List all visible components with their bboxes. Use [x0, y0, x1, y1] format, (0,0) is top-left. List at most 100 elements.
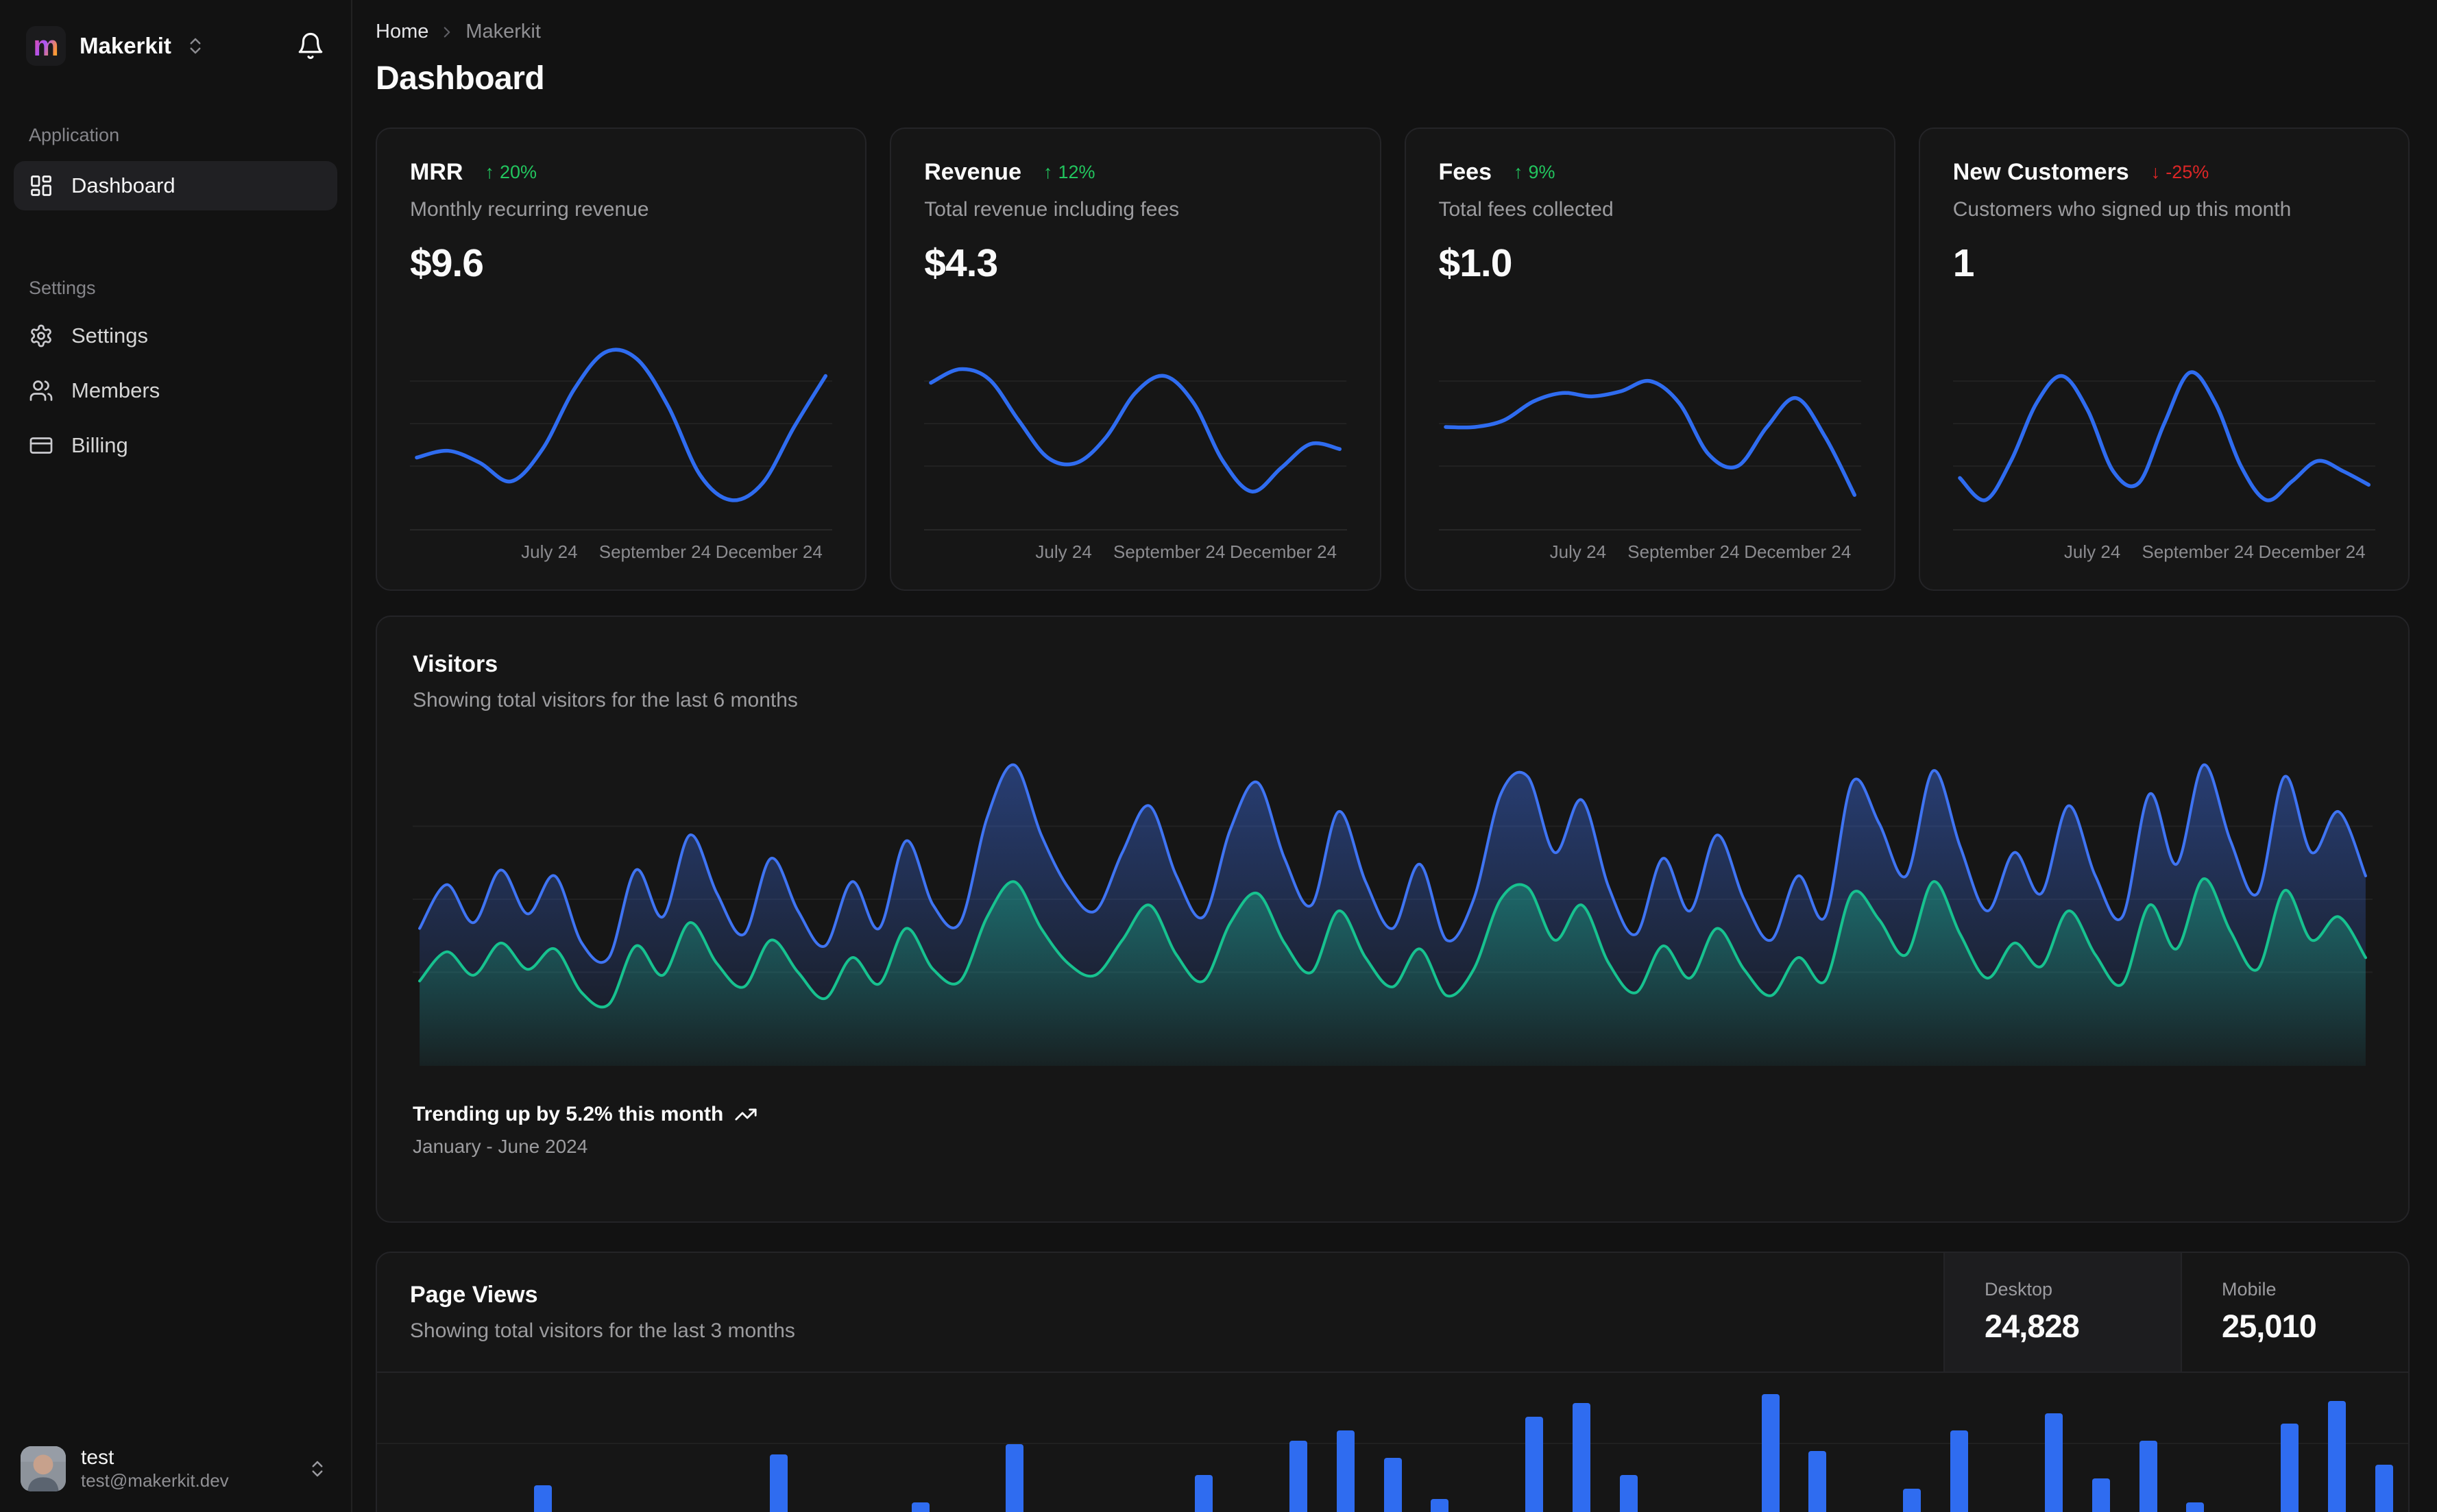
desktop-total: 24,828	[1985, 1308, 2080, 1344]
app-root: m Makerkit Application Dashboard Setting…	[0, 0, 2437, 1512]
stat-card-new-customers: New Customers ↓ -25% Customers who signed…	[1918, 127, 2410, 591]
x-axis-line	[410, 529, 833, 531]
stat-value: $9.6	[410, 241, 484, 285]
bar	[1619, 1475, 1638, 1512]
x-axis-label: July 24	[521, 541, 578, 562]
trending-up-icon	[734, 1103, 757, 1126]
stat-subtitle: Total revenue including fees	[924, 198, 1180, 221]
x-axis-label: December 24	[715, 541, 823, 562]
bar	[2044, 1413, 2063, 1512]
main-content: Home Makerkit Dashboard MRR ↑ 20% Monthly…	[352, 0, 2437, 1512]
workspace-selector[interactable]: m Makerkit	[0, 0, 351, 66]
makerkit-logo: m	[26, 26, 66, 66]
page-title: Dashboard	[376, 60, 545, 97]
x-axis-label: July 24	[1549, 541, 1607, 562]
layout-dashboard-icon	[29, 173, 53, 198]
bar	[1573, 1403, 1591, 1512]
trend-badge: ↑ 12%	[1043, 162, 1095, 182]
stat-subtitle: Customers who signed up this month	[1952, 198, 2292, 221]
bar	[2328, 1401, 2347, 1512]
bar	[2375, 1465, 2393, 1512]
bar	[2281, 1424, 2299, 1512]
arrow-up-icon: ↑	[1043, 162, 1053, 182]
bar	[1808, 1451, 1827, 1512]
stat-card-mrr: MRR ↑ 20% Monthly recurring revenue $9.6 …	[376, 127, 867, 591]
chevron-right-icon	[438, 23, 456, 41]
arrow-down-icon: ↓	[2150, 162, 2161, 182]
bar	[770, 1454, 788, 1512]
bell-icon[interactable]	[296, 32, 325, 60]
breadcrumb-home[interactable]: Home	[376, 21, 428, 43]
sidebar-item-members[interactable]: Members	[14, 366, 337, 415]
x-axis-label: September 24	[2142, 541, 2254, 562]
sidebar-item-label: Settings	[71, 324, 149, 347]
bar	[1194, 1475, 1213, 1512]
stat-card-revenue: Revenue ↑ 12% Total revenue including fee…	[890, 127, 1381, 591]
page-views-title: Page Views	[410, 1282, 538, 1308]
x-axis-label: September 24	[1113, 541, 1226, 562]
avatar	[21, 1446, 66, 1491]
page-views-card: Page Views Showing total visitors for th…	[376, 1252, 2410, 1512]
page-views-subtitle: Showing total visitors for the last 3 mo…	[410, 1319, 795, 1342]
sidebar-item-label: Members	[71, 378, 160, 402]
bar	[1289, 1441, 1307, 1512]
arrow-up-icon: ↑	[485, 162, 494, 182]
users-icon	[29, 378, 53, 403]
sparkline-chart: July 24 September 24 December 24	[410, 329, 833, 566]
bar	[1903, 1489, 1921, 1512]
stat-title: New Customers	[1952, 159, 2129, 185]
x-axis-label: September 24	[598, 541, 712, 562]
visitors-subtitle: Showing total visitors for the last 6 mo…	[413, 689, 798, 711]
sidebar-item-settings[interactable]: Settings	[14, 311, 337, 361]
bar	[2139, 1441, 2157, 1512]
sidebar: m Makerkit Application Dashboard Setting…	[0, 0, 352, 1512]
nav-section-label: Application	[29, 125, 120, 145]
x-axis-label: September 24	[1627, 541, 1740, 562]
sparkline-chart: July 24 September 24 December 24	[1952, 329, 2375, 566]
stat-title: MRR	[410, 159, 463, 185]
stat-subtitle: Monthly recurring revenue	[410, 198, 649, 221]
trend-badge: ↑ 9%	[1514, 162, 1555, 182]
tab-desktop[interactable]: Desktop 24,828	[1943, 1253, 2181, 1371]
bar	[1006, 1444, 1024, 1512]
breadcrumb: Home Makerkit	[376, 21, 2410, 43]
sparkline-chart: July 24 September 24 December 24	[924, 329, 1347, 566]
bar	[1383, 1458, 1402, 1512]
x-axis-line	[1438, 529, 1861, 531]
user-email: test@makerkit.dev	[81, 1470, 229, 1491]
bar	[1431, 1499, 1449, 1512]
stat-value: 1	[1952, 241, 1975, 285]
breadcrumb-current[interactable]: Makerkit	[465, 21, 541, 43]
sidebar-item-label: Dashboard	[71, 173, 175, 197]
x-axis-label: December 24	[1230, 541, 1337, 562]
credit-card-icon	[29, 433, 53, 458]
stats-row: MRR ↑ 20% Monthly recurring revenue $9.6 …	[376, 127, 2410, 591]
chevrons-up-down-icon	[185, 36, 206, 56]
sidebar-item-label: Billing	[71, 433, 128, 457]
mobile-total: 25,010	[2222, 1308, 2317, 1344]
x-axis-line	[1952, 529, 2375, 531]
bar	[911, 1502, 930, 1512]
visitors-footer-subtitle: January - June 2024	[413, 1136, 588, 1157]
tab-mobile[interactable]: Mobile 25,010	[2181, 1253, 2408, 1371]
x-axis-label: July 24	[1035, 541, 1092, 562]
bar	[1336, 1430, 1355, 1512]
sparkline-chart: July 24 September 24 December 24	[1438, 329, 1861, 566]
user-menu[interactable]: test test@makerkit.dev	[0, 1429, 351, 1512]
stat-value: $4.3	[924, 241, 998, 285]
x-axis-line	[924, 529, 1347, 531]
page-views-header: Page Views Showing total visitors for th…	[377, 1253, 2408, 1373]
gridline	[377, 1443, 2408, 1444]
x-axis-label: December 24	[1744, 541, 1852, 562]
arrow-up-icon: ↑	[1514, 162, 1523, 182]
sidebar-item-dashboard[interactable]: Dashboard	[14, 161, 337, 210]
visitors-area-chart	[413, 764, 2373, 1066]
stat-title: Revenue	[924, 159, 1021, 185]
stat-subtitle: Total fees collected	[1438, 198, 1614, 221]
bar	[1761, 1394, 1780, 1512]
bar	[1525, 1417, 1544, 1512]
page-views-bar-chart	[377, 1373, 2408, 1512]
bar	[2186, 1502, 2205, 1512]
visitors-card: Visitors Showing total visitors for the …	[376, 615, 2410, 1223]
sidebar-item-billing[interactable]: Billing	[14, 421, 337, 470]
